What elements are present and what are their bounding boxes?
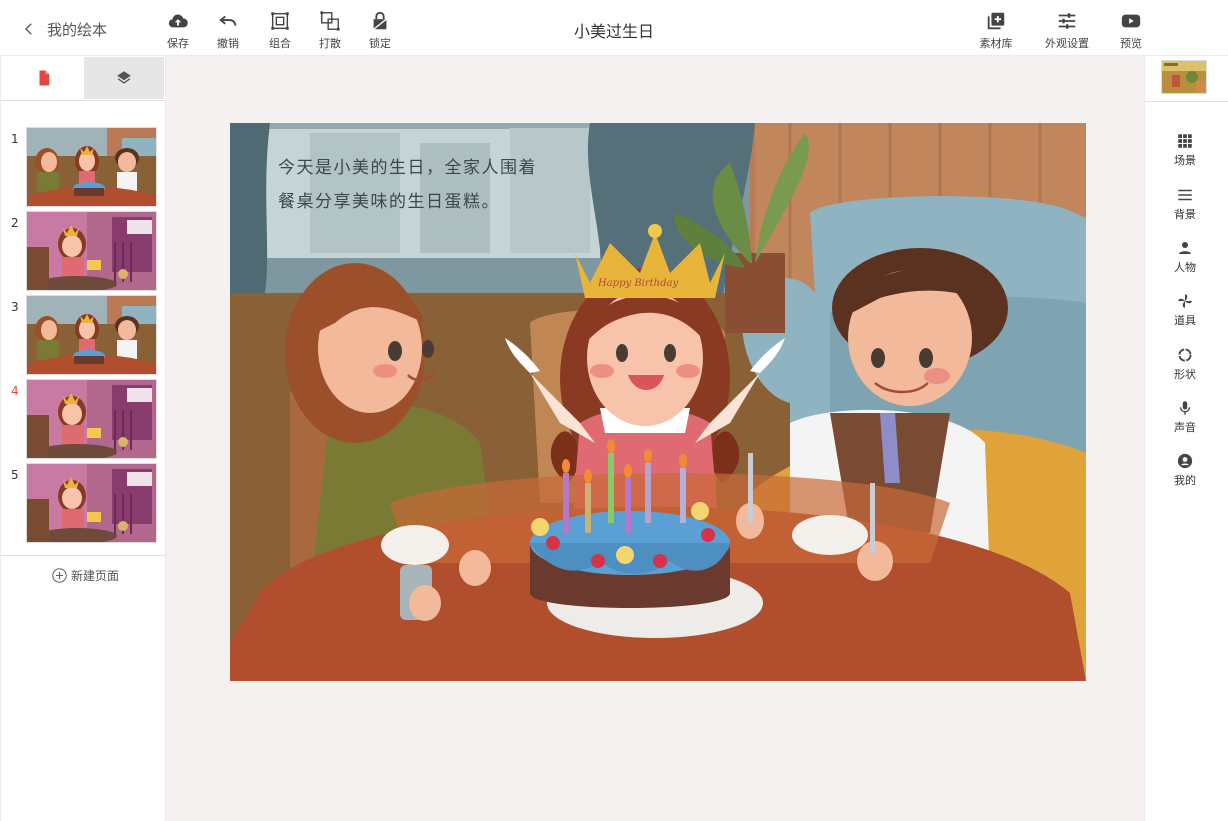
background-button[interactable]: 背景 <box>1167 186 1203 222</box>
pinwheel-icon <box>1178 294 1192 308</box>
sound-button[interactable]: 声音 <box>1167 399 1203 435</box>
assets-panel: 场景 背景 人物 道具 形状 声音 我的 <box>1144 56 1228 821</box>
characters-label: 人物 <box>1174 261 1196 274</box>
undo-label: 撤销 <box>217 37 239 50</box>
new-page-button[interactable]: 新建页面 <box>51 567 119 584</box>
document-icon <box>39 70 50 86</box>
shapes-button[interactable]: 形状 <box>1167 346 1203 382</box>
divider <box>1 555 167 556</box>
plus-circle-icon <box>52 568 67 583</box>
page-number: 5 <box>11 468 19 482</box>
ungroup-button[interactable]: 打散 <box>310 10 350 51</box>
page-thumbnail-row[interactable]: 4 <box>1 379 167 459</box>
shapes-label: 形状 <box>1174 368 1196 381</box>
back-to-my-books-button[interactable]: 我的绘本 <box>20 16 107 42</box>
page-number: 4 <box>11 384 19 398</box>
tab-pages[interactable] <box>4 57 84 99</box>
sound-label: 声音 <box>1174 421 1196 434</box>
undo-button[interactable]: 撤销 <box>208 10 248 51</box>
page-thumbnail-row[interactable]: 3 <box>1 295 167 375</box>
props-button[interactable]: 道具 <box>1167 292 1203 328</box>
group-label: 组合 <box>269 37 291 50</box>
page-thumbnail-row[interactable]: 5 <box>1 463 167 543</box>
library-add-icon <box>987 12 1005 30</box>
back-label: 我的绘本 <box>47 20 108 39</box>
save-button[interactable]: 保存 <box>158 10 198 51</box>
left-tabs <box>4 57 165 99</box>
appearance-settings-label: 外观设置 <box>1045 37 1089 50</box>
layers-icon <box>117 71 131 84</box>
lock-label: 锁定 <box>369 37 391 50</box>
background-label: 背景 <box>1174 208 1196 221</box>
props-label: 道具 <box>1174 314 1196 327</box>
save-label: 保存 <box>167 37 189 50</box>
divider <box>1 100 167 101</box>
editor-stage: Happy Birthday 今天是小美的生日，全家人围着 餐桌分享美味的生日蛋… <box>166 56 1144 821</box>
new-page-label: 新建页面 <box>71 569 120 583</box>
group-button[interactable]: 组合 <box>260 10 300 51</box>
page-number: 2 <box>11 216 19 230</box>
page-thumbnail[interactable] <box>26 211 157 291</box>
mine-button[interactable]: 我的 <box>1167 452 1203 488</box>
ungroup-icon <box>320 11 340 31</box>
account-icon <box>1177 453 1193 469</box>
scene-label: 场景 <box>1174 154 1196 167</box>
lock-icon <box>373 11 387 30</box>
cloud-upload-icon <box>168 14 188 28</box>
story-text[interactable]: 今天是小美的生日，全家人围着 餐桌分享美味的生日蛋糕。 <box>278 151 598 219</box>
grid-icon <box>1178 134 1192 148</box>
page-thumbnail[interactable] <box>26 379 157 459</box>
circle-icon <box>1178 348 1192 362</box>
page-thumbnail[interactable] <box>26 295 157 375</box>
group-icon <box>271 12 289 30</box>
page-thumbnail-row[interactable]: 1 <box>1 127 167 207</box>
page-thumbnail-row[interactable]: 2 <box>1 211 167 291</box>
story-line-1: 今天是小美的生日，全家人围着 <box>278 158 537 178</box>
preview-label: 预览 <box>1120 37 1142 50</box>
appearance-settings-button[interactable]: 外观设置 <box>1045 10 1089 51</box>
undo-icon <box>219 15 237 26</box>
person-icon <box>1179 242 1191 254</box>
asset-library-label: 素材库 <box>979 37 1013 50</box>
thumbnail-image <box>1162 61 1206 93</box>
crown-text: Happy Birthday <box>597 278 678 289</box>
divider <box>1145 101 1228 102</box>
top-toolbar: 我的绘本 保存 撤销 组合 打散 锁定 小美过生日 素材库 外观设置 预览 <box>0 0 1228 56</box>
scene-button[interactable]: 场景 <box>1167 132 1203 168</box>
menu-icon <box>1178 189 1192 201</box>
tab-layers[interactable] <box>84 57 164 99</box>
mic-icon <box>1179 401 1191 415</box>
pages-panel: 1 2 3 4 5 新建页面 <box>0 56 167 821</box>
sliders-icon <box>1058 13 1076 29</box>
page-canvas[interactable]: Happy Birthday 今天是小美的生日，全家人围着 餐桌分享美味的生日蛋… <box>230 123 1086 681</box>
ungroup-label: 打散 <box>319 37 341 50</box>
play-icon <box>1121 14 1141 28</box>
page-thumbnail[interactable] <box>26 463 157 543</box>
asset-library-button[interactable]: 素材库 <box>976 10 1016 51</box>
page-number: 1 <box>11 132 19 146</box>
lock-button[interactable]: 锁定 <box>360 10 400 51</box>
preview-button[interactable]: 预览 <box>1111 10 1151 51</box>
page-thumbnail[interactable] <box>26 127 157 207</box>
chevron-left-icon <box>24 23 32 35</box>
book-title: 小美过生日 <box>573 22 654 41</box>
characters-button[interactable]: 人物 <box>1167 239 1203 275</box>
page-number: 3 <box>11 300 19 314</box>
mine-label: 我的 <box>1174 474 1196 487</box>
page-preview-thumbnail[interactable] <box>1161 60 1207 94</box>
story-line-2: 餐桌分享美味的生日蛋糕。 <box>278 192 500 212</box>
